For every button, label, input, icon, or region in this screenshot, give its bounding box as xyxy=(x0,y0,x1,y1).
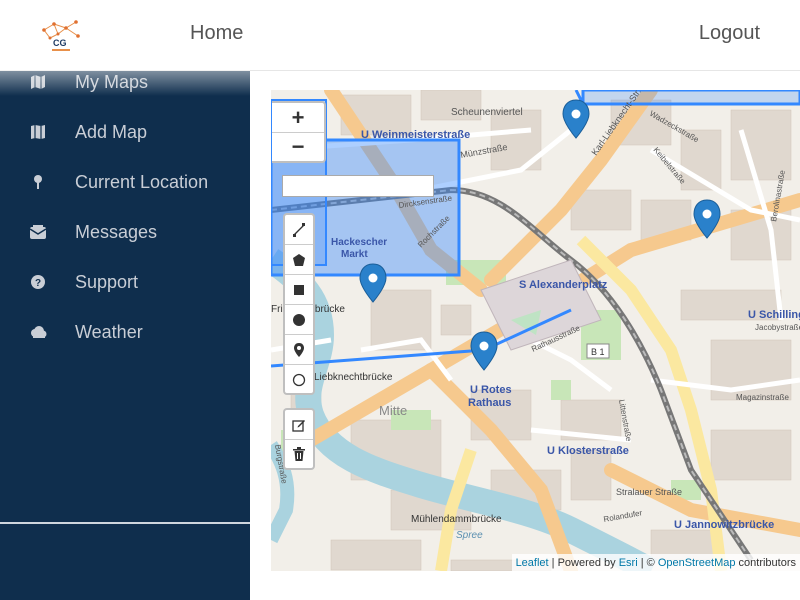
sidebar-item-messages[interactable]: Messages xyxy=(0,212,250,252)
map-view[interactable]: U Weinmeisterstraße Scheunenviertel Münz… xyxy=(271,90,800,571)
delete-layers-button[interactable] xyxy=(285,439,313,468)
map-label-alexanderplatz: S Alexanderplatz xyxy=(519,279,608,291)
map-label-liebknechtbruecke: Liebknechtbrücke xyxy=(314,372,393,383)
circle-marker-icon xyxy=(292,373,306,387)
polygon-tool-button[interactable] xyxy=(285,245,313,275)
attribution-powered-text: | Powered by xyxy=(548,556,619,569)
map-label-klosterstrasse: U Klosterstraße xyxy=(547,445,629,457)
map-label-jacobystrasse: Jacobystraße xyxy=(755,323,800,332)
sidebar-item-add-map[interactable]: Add Map xyxy=(0,112,250,152)
zoom-in-button[interactable]: + xyxy=(272,103,324,132)
top-navbar: CG Home Logout xyxy=(0,0,800,71)
sidebar-item-label: Support xyxy=(75,271,139,292)
sidebar-item-label: Current Location xyxy=(75,171,209,192)
question-circle-icon: ? xyxy=(29,273,47,291)
zoom-control: + − xyxy=(272,101,326,163)
circle-marker-tool-button[interactable] xyxy=(285,365,313,395)
nav-logout-link[interactable]: Logout xyxy=(699,22,760,45)
marker-icon xyxy=(294,342,304,357)
envelope-icon xyxy=(29,223,47,241)
polyline-icon xyxy=(293,222,305,237)
sidebar-item-label: Add Map xyxy=(75,121,148,142)
logo-text: CG xyxy=(53,38,67,48)
map-label-magazinstrasse: Magazinstraße xyxy=(736,393,789,402)
esri-link[interactable]: Esri xyxy=(619,557,638,569)
map-label-muehlendamm: Mühlendammbrücke xyxy=(411,514,502,525)
map-label-mitte: Mitte xyxy=(379,403,407,418)
map-label-rotes-1: U Rotes xyxy=(470,384,512,396)
edit-toolbar xyxy=(283,408,315,470)
sidebar-item-label: My Maps xyxy=(75,71,149,92)
edit-layers-button[interactable] xyxy=(285,410,313,439)
map-label-schilling: U Schilling xyxy=(748,309,800,321)
map-icon xyxy=(29,73,47,91)
map-label-hackescher-1: Hackescher xyxy=(331,237,387,248)
sidebar-item-support[interactable]: ? Support xyxy=(0,262,250,302)
circle-tool-button[interactable] xyxy=(285,305,313,335)
map-search-input[interactable] xyxy=(282,175,434,197)
map-fold-icon xyxy=(29,123,47,141)
sidebar-item-weather[interactable]: Weather xyxy=(0,312,250,352)
edit-icon xyxy=(292,419,305,432)
attribution-sep-text: | © xyxy=(637,556,658,569)
marker-tool-button[interactable] xyxy=(285,335,313,365)
rectangle-tool-button[interactable] xyxy=(285,275,313,305)
sidebar: My Maps Add Map Current Location Message… xyxy=(0,56,250,600)
cloud-icon xyxy=(29,323,47,341)
sidebar-divider xyxy=(0,522,250,524)
logo[interactable]: CG xyxy=(40,18,82,54)
circle-icon xyxy=(293,313,305,326)
sidebar-item-current-location[interactable]: Current Location xyxy=(0,162,250,202)
map-label-b1: B 1 xyxy=(591,347,605,357)
polyline-tool-button[interactable] xyxy=(285,215,313,245)
sidebar-item-label: Weather xyxy=(75,321,143,342)
polygon-icon xyxy=(293,253,305,266)
map-label-weinmeister: U Weinmeisterstraße xyxy=(361,129,470,141)
trash-icon xyxy=(293,447,305,461)
map-label-jannowitz: U Jannowitzbrücke xyxy=(674,519,774,531)
map-label-scheunenviertel: Scheunenviertel xyxy=(451,107,523,118)
map-label-spree: Spree xyxy=(456,530,483,541)
map-attribution: Leaflet | Powered by Esri | © OpenStreet… xyxy=(511,554,800,571)
map-label-stralauer: Stralauer Straße xyxy=(616,487,682,497)
osm-link[interactable]: OpenStreetMap xyxy=(658,557,736,569)
rectangle-icon xyxy=(294,284,304,295)
pin-icon xyxy=(29,173,47,191)
nav-home-link[interactable]: Home xyxy=(190,22,243,45)
leaflet-link[interactable]: Leaflet xyxy=(516,557,549,569)
attribution-contrib-text: contributors xyxy=(735,556,796,569)
sidebar-item-label: Messages xyxy=(75,221,158,242)
map-label-hackescher-2: Markt xyxy=(341,249,368,260)
draw-toolbar xyxy=(283,213,315,395)
map-label-rotes-2: Rathaus xyxy=(468,397,511,409)
svg-text:?: ? xyxy=(35,278,41,289)
zoom-out-button[interactable]: − xyxy=(272,132,324,161)
